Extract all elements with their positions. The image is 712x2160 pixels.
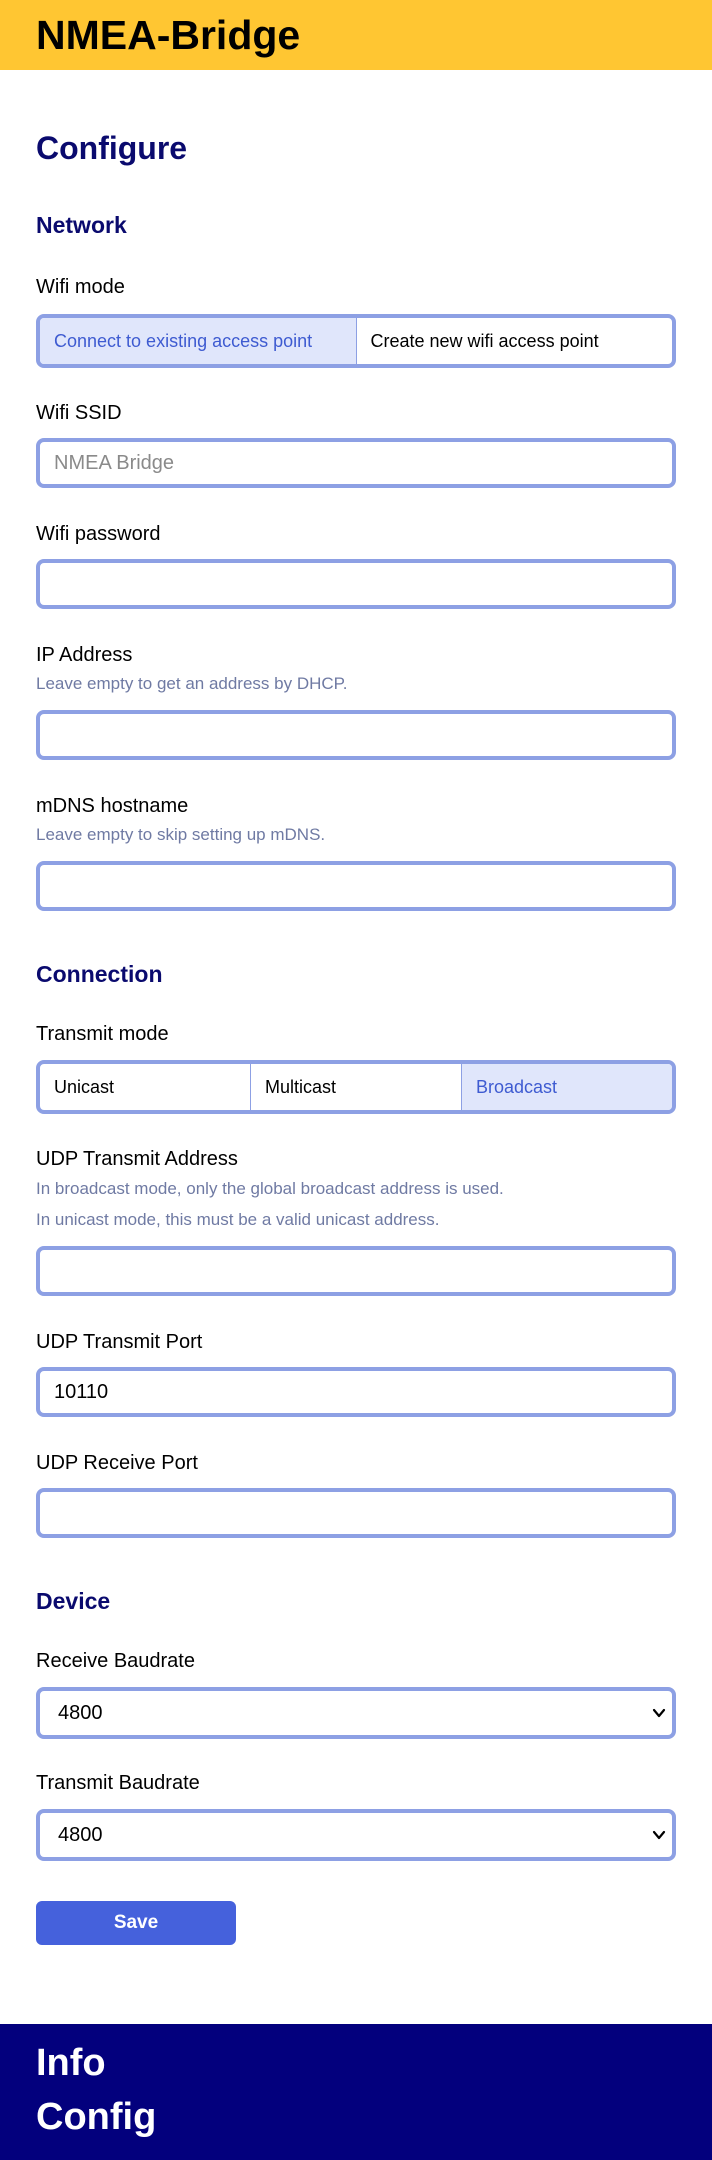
wifi-password-label: Wifi password xyxy=(36,523,161,545)
mdns-hostname-input[interactable] xyxy=(36,861,676,911)
page-title: Configure xyxy=(36,130,188,166)
wifi-password-input[interactable] xyxy=(36,559,676,609)
transmit-baudrate-select[interactable]: 4800 xyxy=(36,1809,676,1861)
chevron-down-icon xyxy=(652,1830,666,1840)
udp-receive-port-input[interactable] xyxy=(36,1488,676,1538)
section-title-device: Device xyxy=(36,1588,111,1614)
wifi-mode-option-connect[interactable]: Connect to existing access point xyxy=(40,318,357,364)
transmit-mode-selector: Unicast Multicast Broadcast xyxy=(36,1060,676,1114)
transmit-mode-option-unicast[interactable]: Unicast xyxy=(40,1064,251,1110)
udp-transmit-address-hint-unicast: In unicast mode, this must be a valid un… xyxy=(36,1210,440,1229)
udp-transmit-port-label: UDP Transmit Port xyxy=(36,1331,203,1353)
footer-nav: Info Config xyxy=(0,2024,712,2160)
wifi-ssid-input[interactable] xyxy=(36,438,676,488)
footer-link-info[interactable]: Info xyxy=(36,2042,106,2085)
ip-address-hint: Leave empty to get an address by DHCP. xyxy=(36,674,348,693)
chevron-down-icon xyxy=(652,1708,666,1718)
transmit-baudrate-label: Transmit Baudrate xyxy=(36,1772,200,1794)
udp-transmit-port-input[interactable] xyxy=(36,1367,676,1417)
transmit-mode-label: Transmit mode xyxy=(36,1023,169,1045)
transmit-mode-option-multicast[interactable]: Multicast xyxy=(251,1064,462,1110)
ip-address-input[interactable] xyxy=(36,710,676,760)
wifi-mode-option-create[interactable]: Create new wifi access point xyxy=(357,318,673,364)
receive-baudrate-label: Receive Baudrate xyxy=(36,1650,195,1672)
section-title-connection: Connection xyxy=(36,961,163,987)
ip-address-label: IP Address xyxy=(36,644,133,666)
udp-transmit-address-input[interactable] xyxy=(36,1246,676,1296)
transmit-baudrate-value: 4800 xyxy=(58,1823,103,1846)
wifi-ssid-label: Wifi SSID xyxy=(36,402,122,424)
app-title: NMEA-Bridge xyxy=(36,11,301,58)
wifi-mode-selector: Connect to existing access point Create … xyxy=(36,314,676,368)
mdns-hostname-hint: Leave empty to skip setting up mDNS. xyxy=(36,825,326,844)
wifi-mode-label: Wifi mode xyxy=(36,276,125,298)
udp-receive-port-label: UDP Receive Port xyxy=(36,1452,198,1474)
transmit-mode-option-broadcast[interactable]: Broadcast xyxy=(462,1064,672,1110)
mdns-hostname-label: mDNS hostname xyxy=(36,795,189,817)
receive-baudrate-value: 4800 xyxy=(58,1701,103,1724)
footer-link-config[interactable]: Config xyxy=(36,2096,156,2139)
section-title-network: Network xyxy=(36,212,127,238)
udp-transmit-address-hint-broadcast: In broadcast mode, only the global broad… xyxy=(36,1179,504,1198)
receive-baudrate-select[interactable]: 4800 xyxy=(36,1687,676,1739)
udp-transmit-address-label: UDP Transmit Address xyxy=(36,1148,238,1170)
top-header: NMEA-Bridge xyxy=(0,0,712,70)
save-button[interactable]: Save xyxy=(36,1901,236,1945)
